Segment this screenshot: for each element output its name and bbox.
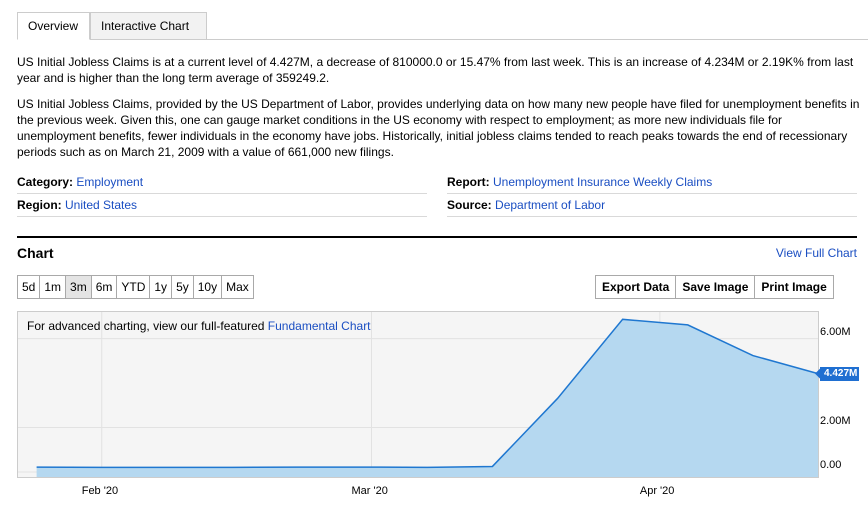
y-tick-label: 2.00M bbox=[820, 414, 851, 427]
chart-note: For advanced charting, view our full-fea… bbox=[27, 319, 371, 333]
y-tick-label: 0.00 bbox=[820, 459, 842, 471]
x-tick-label: Apr '20 bbox=[639, 485, 675, 497]
chart-svg bbox=[18, 312, 821, 477]
x-tick-label: Mar '20 bbox=[351, 485, 388, 497]
fundamental-chart-link[interactable]: Fundamental Chart bbox=[268, 319, 371, 333]
current-value-tag: 4.427M bbox=[820, 366, 860, 381]
y-tick-label: 6.00M bbox=[820, 325, 851, 338]
series-area bbox=[36, 319, 818, 477]
x-tick-label: Feb '20 bbox=[81, 485, 119, 497]
chart-note-text: For advanced charting, view our full-fea… bbox=[27, 319, 268, 333]
